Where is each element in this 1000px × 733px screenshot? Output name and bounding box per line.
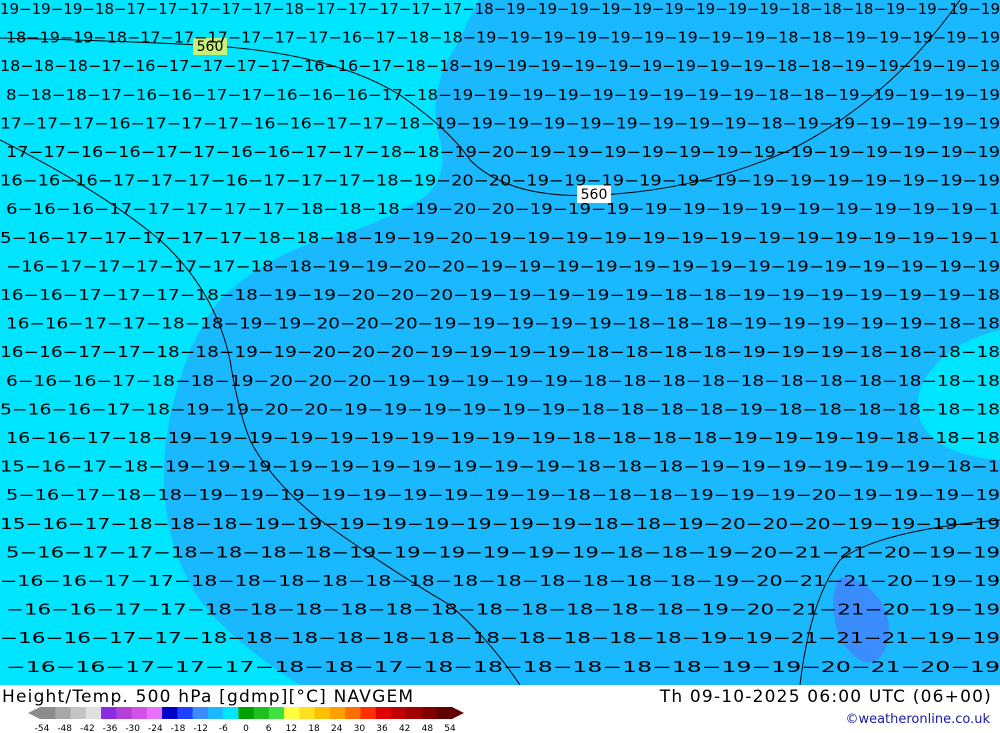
legend-swatch [40, 707, 56, 719]
legend-swatch [55, 707, 72, 719]
legend-tick-label: 18 [308, 724, 320, 733]
legend-swatch [390, 707, 407, 719]
legend-swatch [253, 707, 270, 719]
legend-swatch [192, 707, 209, 719]
temperature-row: 5−16−17−17−18−18−18−18−19−19−19−19−19−19… [6, 543, 1000, 561]
temperature-row: 16−16−17−17−17−18−18−19−19−20−20−20−19−1… [0, 286, 1000, 304]
legend-swatch [85, 707, 102, 719]
legend-arrow-left [28, 707, 40, 719]
credit-link[interactable]: ©weatheronline.co.uk [845, 712, 990, 727]
legend-swatch [421, 707, 438, 719]
legend-swatch [406, 707, 422, 719]
legend-swatch [131, 707, 148, 719]
legend-arrow-right [452, 707, 464, 719]
legend-tick-label: 42 [399, 724, 410, 733]
legend-swatch [146, 707, 163, 719]
legend-swatch [177, 707, 194, 719]
temperature-row: 16−16−17−17−18−18−19−19−20−20−20−19−19−1… [6, 315, 1000, 333]
legend-swatch [375, 707, 392, 719]
temperature-row: −16−16−17−17−18−18−18−18−18−18−18−18−18−… [6, 601, 1000, 619]
legend-tick-label: 24 [331, 724, 343, 733]
legend-tick-label: 12 [286, 724, 297, 733]
legend-tick-label: -18 [171, 724, 186, 733]
temperature-row: 5−16−17−17−17−17−17−18−18−18−19−19−20−19… [0, 229, 1000, 247]
temperature-row: 16−16−17−18−19−19−19−19−19−19−19−19−19−1… [6, 429, 1000, 447]
legend-swatch [284, 707, 300, 719]
temperature-row: −16−16−17−17−18−18−18−18−18−18−18−18−18−… [0, 629, 1000, 647]
temperature-color-legend: -54 -48 -42 -36 -30 -24 -18 -12 -6 0 6 12 18 24 30 36 42… [28, 707, 464, 733]
legend-tick-label: -30 [125, 724, 140, 733]
temperature-row: 16−16−16−17−17−17−16−17−17−17−18−19−20−2… [0, 172, 1000, 190]
legend-swatch [268, 707, 285, 719]
temperature-row: −16−16−17−17−17−18−18−17−18−18−18−18−18−… [6, 658, 1000, 676]
legend-swatch [314, 707, 331, 719]
legend-swatch [223, 707, 239, 719]
temperature-row: 16−16−17−17−18−18−19−19−20−20−20−19−19−1… [0, 343, 1000, 361]
temperature-row: 6−16−16−17−18−18−19−20−20−20−19−19−19−19… [6, 372, 1000, 390]
legend-tick-label: -36 [103, 724, 118, 733]
legend-swatch [207, 707, 224, 719]
legend-tick-label: 0 [243, 724, 249, 733]
legend-swatch [101, 707, 117, 719]
temperature-row: 19−19−19−18−17−17−17−17−17−18−17−17−17−1… [0, 0, 1000, 18]
legend-tick-label: -24 [148, 724, 163, 733]
legend-tick-label: -54 [35, 724, 50, 733]
temperature-row: 17−17−16−16−17−17−16−16−17−17−18−18−19−2… [6, 143, 1000, 161]
legend-swatch [70, 707, 87, 719]
legend-tick-label: 6 [266, 724, 272, 733]
temperature-row: 18−18−18−17−16−17−17−17−17−16−16−17−18−1… [0, 57, 1000, 75]
legend-tick-label: -6 [219, 724, 228, 733]
legend-swatch [238, 707, 255, 719]
legend-tick-label: 54 [444, 724, 456, 733]
legend-tick-label: 30 [354, 724, 366, 733]
map-title: Height/Temp. 500 hPa [gdmp][°C] NAVGEM [2, 687, 415, 707]
temperature-row: 17−17−17−16−17−17−17−16−16−17−17−18−19−1… [0, 114, 1000, 132]
legend-swatch [116, 707, 133, 719]
map-canvas: 560 560 19−19−19−18−17−17−17−17−17−18−17… [0, 0, 1000, 685]
legend-tick-label: 36 [376, 724, 388, 733]
weather-map: 560 560 19−19−19−18−17−17−17−17−17−18−17… [0, 0, 1000, 685]
legend-swatch [360, 707, 377, 719]
legend-swatch [345, 707, 361, 719]
temperature-row: 8−18−18−17−16−16−17−17−16−16−16−17−18−19… [6, 86, 1000, 104]
legend-swatch [299, 707, 316, 719]
temperature-row: 5−16−17−18−18−19−19−19−19−19−19−19−19−19… [6, 486, 1000, 504]
temperature-row: 18−19−19−18−17−17−17−17−17−17−16−17−18−1… [6, 29, 1000, 47]
map-datetime: Th 09-10-2025 06:00 UTC (06+00) [659, 687, 992, 707]
legend-tick-label: -42 [80, 724, 95, 733]
legend-tick-label: -48 [57, 724, 72, 733]
temperature-row: −16−16−17−17−18−18−18−18−18−18−18−18−18−… [0, 572, 1000, 590]
temperature-row: 6−16−16−17−17−17−17−17−18−18−18−19−20−20… [6, 200, 1000, 218]
temperature-row: 5−16−16−17−18−19−19−20−20−19−19−19−19−19… [0, 400, 1000, 418]
temperature-row: −16−17−17−17−17−17−18−18−19−19−20−20−19−… [6, 257, 1000, 275]
legend-tick-label: 48 [422, 724, 434, 733]
legend-swatch [329, 707, 346, 719]
temperature-row: 15−16−17−18−19−19−19−19−19−19−19−19−19−1… [0, 458, 1000, 476]
legend-tick-label: -12 [193, 724, 208, 733]
legend-swatch [436, 707, 453, 719]
temperature-row: 15−16−17−18−18−18−19−19−19−19−19−19−19−1… [0, 515, 1000, 533]
legend-swatch [162, 707, 178, 719]
footer-bar: Height/Temp. 500 hPa [gdmp][°C] NAVGEM T… [0, 685, 1000, 733]
